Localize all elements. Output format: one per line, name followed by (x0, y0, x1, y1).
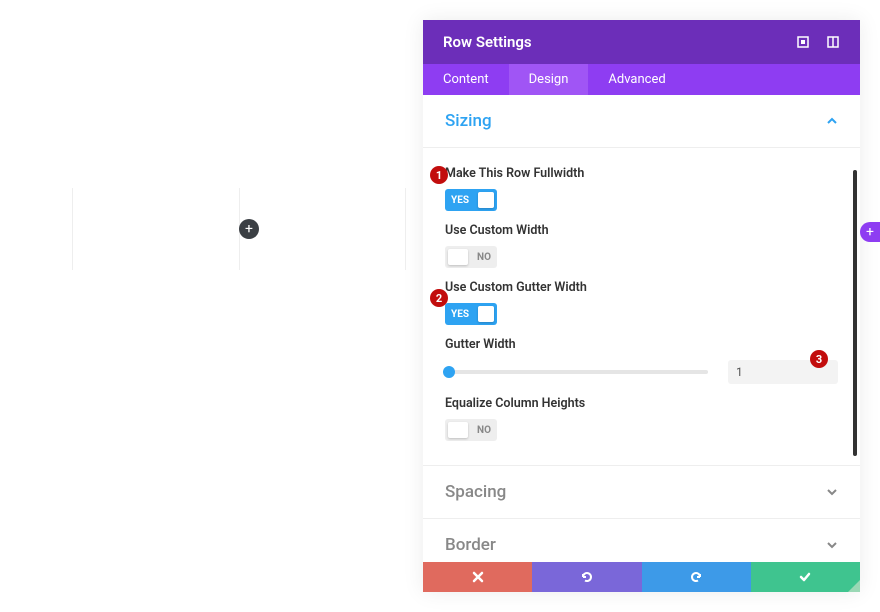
panel-title: Row Settings (443, 33, 532, 51)
toggle-label: NO (471, 425, 497, 436)
toggle-knob (478, 306, 494, 322)
toggle-label: YES (445, 195, 475, 206)
row-settings-panel: Row Settings Content Design Advanced Siz… (423, 20, 860, 592)
gutter-width-slider[interactable] (445, 370, 708, 374)
toggle-knob (448, 249, 468, 265)
side-add-button[interactable]: + (860, 222, 880, 242)
gutter-width-label: Gutter Width (445, 337, 838, 352)
custom-gutter-toggle[interactable]: YES (445, 303, 497, 325)
snap-icon[interactable] (826, 35, 840, 49)
section-title: Spacing (445, 482, 506, 502)
undo-button[interactable] (532, 562, 641, 592)
panel-body: Sizing Make This Row Fullwidth YES Use C… (423, 95, 860, 562)
annotation-badge-1: 1 (430, 166, 448, 184)
toggle-label: YES (445, 309, 475, 320)
section-title: Sizing (445, 111, 492, 131)
equalize-label: Equalize Column Heights (445, 396, 838, 411)
section-spacing-header[interactable]: Spacing (423, 465, 860, 519)
chevron-down-icon (826, 539, 838, 551)
section-sizing-header[interactable]: Sizing (423, 95, 860, 148)
annotation-badge-2: 2 (430, 289, 448, 307)
equalize-toggle[interactable]: NO (445, 419, 497, 441)
expand-icon[interactable] (796, 35, 810, 49)
fullwidth-label: Make This Row Fullwidth (445, 166, 838, 181)
section-title: Border (445, 535, 496, 555)
annotation-badge-3: 3 (810, 350, 828, 368)
resize-handle[interactable] (848, 580, 860, 592)
tab-advanced[interactable]: Advanced (588, 64, 685, 95)
panel-footer (423, 562, 860, 592)
section-sizing-body: Make This Row Fullwidth YES Use Custom W… (423, 148, 860, 465)
save-button[interactable] (751, 562, 860, 592)
panel-tabs: Content Design Advanced (423, 64, 860, 95)
chevron-down-icon (826, 486, 838, 498)
add-module-button[interactable]: + (239, 219, 259, 239)
redo-button[interactable] (642, 562, 751, 592)
tab-content[interactable]: Content (423, 64, 509, 95)
header-actions (796, 35, 840, 49)
custom-width-label: Use Custom Width (445, 223, 838, 238)
toggle-label: NO (471, 252, 497, 263)
tab-design[interactable]: Design (509, 64, 589, 95)
fullwidth-toggle[interactable]: YES (445, 189, 497, 211)
toggle-knob (478, 192, 494, 208)
panel-scrollbar[interactable] (853, 170, 857, 456)
panel-header: Row Settings (423, 20, 860, 64)
chevron-up-icon (826, 115, 838, 127)
section-border-header[interactable]: Border (423, 519, 860, 562)
cancel-button[interactable] (423, 562, 532, 592)
custom-width-toggle[interactable]: NO (445, 246, 497, 268)
toggle-knob (448, 422, 468, 438)
gutter-width-row (445, 360, 838, 384)
custom-gutter-label: Use Custom Gutter Width (445, 280, 838, 295)
slider-thumb[interactable] (443, 366, 455, 378)
